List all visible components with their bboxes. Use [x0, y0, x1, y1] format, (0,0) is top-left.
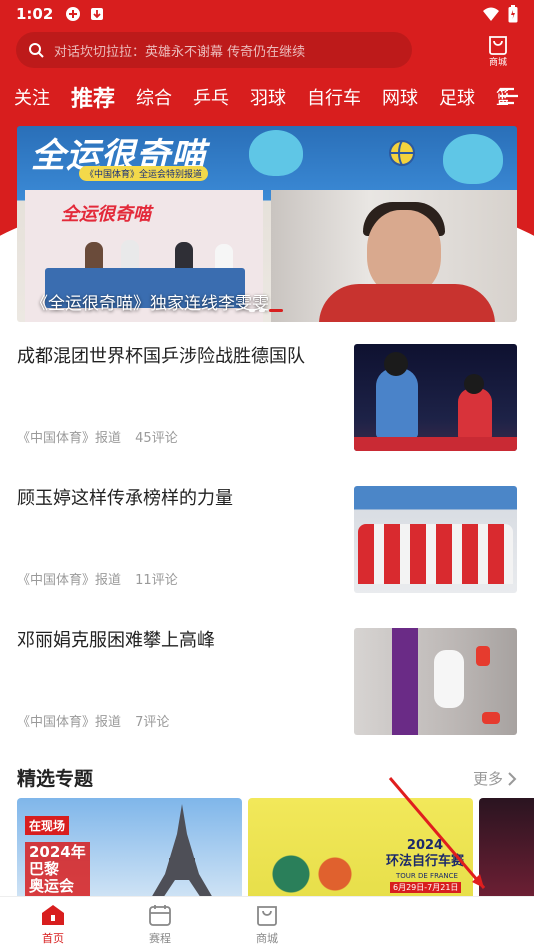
news-title: 成都混团世界杯国乒涉险战胜德国队 [17, 346, 305, 367]
shopping-bag-icon [257, 906, 277, 926]
bottom-navigation: 首页 赛程 商城 [0, 896, 534, 950]
climbing-hold [476, 646, 490, 666]
news-comments: 11评论 [135, 573, 178, 588]
player-figure [376, 368, 418, 438]
wifi-icon [483, 7, 499, 21]
search-icon [29, 43, 44, 58]
table-surface [354, 437, 517, 451]
search-input[interactable]: 对话坎切拉拉：英雄永不谢幕 传奇仍在继续 [16, 32, 412, 68]
mascot-cat-image [443, 134, 503, 184]
shopping-bag-icon [489, 35, 507, 55]
battery-icon [508, 5, 518, 23]
climbing-hold [482, 712, 500, 724]
tab-tennis[interactable]: 网球 [382, 84, 418, 110]
menu-icon[interactable] [498, 86, 520, 106]
studio-sign: 全运很奇喵 [61, 204, 151, 225]
nav-shop[interactable]: 商城 [237, 903, 297, 946]
news-item[interactable]: 邓丽娟克服困难攀上高峰 《中国体育》报道 7评论 [17, 628, 517, 736]
shop-button[interactable]: 商城 [478, 33, 518, 68]
status-bar: 1:02 [0, 0, 534, 28]
player-head [384, 352, 408, 376]
news-meta: 《中国体育》报道 45评论 [17, 427, 178, 446]
eiffel-tower-image [151, 804, 213, 898]
status-time: 1:02 [16, 5, 54, 23]
search-placeholder: 对话坎切拉拉：英雄永不谢幕 传奇仍在继续 [54, 44, 306, 60]
nav-shop-label: 商城 [256, 932, 278, 945]
player-head [464, 374, 484, 394]
mascot-cat-image [249, 130, 303, 176]
wall-banner [392, 628, 418, 735]
news-source: 《中国体育》报道 [17, 715, 122, 730]
tab-table-tennis[interactable]: 乒乓 [193, 84, 229, 110]
shop-label: 商城 [488, 57, 507, 68]
app-notification-icon [66, 7, 81, 21]
nav-home[interactable]: 首页 [23, 903, 83, 946]
news-comments: 45评论 [135, 431, 178, 446]
card-title: 2024年 巴黎 奥运会 [25, 842, 90, 897]
news-comments: 7评论 [135, 715, 170, 730]
nav-schedule-label: 赛程 [149, 932, 171, 945]
download-notification-icon [91, 8, 104, 20]
shirt-shape [319, 284, 495, 322]
climber-figure [434, 650, 464, 708]
card-tag: 在现场 [25, 816, 70, 835]
news-meta: 《中国体育》报道 7评论 [17, 711, 169, 730]
athlete-photo [271, 190, 517, 322]
cyclist-illustration [258, 838, 368, 898]
pagination-dot-active [269, 309, 283, 312]
tab-general[interactable]: 综合 [136, 84, 172, 110]
calendar-icon [149, 905, 171, 926]
news-thumbnail [354, 486, 517, 593]
news-source: 《中国体育》报道 [17, 573, 122, 588]
player-figure [458, 388, 492, 440]
tab-recommend[interactable]: 推荐 [71, 81, 115, 113]
news-item[interactable]: 成都混团世界杯国乒涉险战胜德国队 《中国体育》报道 45评论 [17, 344, 517, 452]
chevron-right-icon [508, 771, 517, 786]
tab-football[interactable]: 足球 [439, 84, 475, 110]
news-title: 顾玉婷这样传承榜样的力量 [17, 488, 233, 509]
volleyball-icon [389, 140, 415, 166]
pagination-dot [249, 309, 255, 312]
banner-caption: 《全运很奇喵》独家连线李雯雯 [31, 294, 269, 314]
news-title: 邓丽娟克服困难攀上高峰 [17, 630, 215, 651]
hero-banner[interactable]: 全运很奇喵 《中国体育》全运会特别报道 全运很奇喵 《全运很奇喵》独家连线李雯雯 [17, 126, 517, 322]
tab-badminton[interactable]: 羽球 [250, 84, 286, 110]
pagination-dot [259, 309, 265, 312]
news-thumbnail [354, 344, 517, 451]
athlete-group [358, 524, 513, 584]
tab-cycling[interactable]: 自行车 [307, 84, 361, 110]
tab-follow[interactable]: 关注 [14, 84, 50, 110]
nav-home-label: 首页 [42, 932, 64, 945]
news-meta: 《中国体育》报道 11评论 [17, 569, 178, 588]
featured-section-title: 精选专题 [17, 768, 94, 790]
nav-schedule[interactable]: 赛程 [130, 903, 190, 946]
home-icon [42, 905, 64, 925]
banner-pagination [249, 309, 283, 312]
search-row: 对话坎切拉拉：英雄永不谢幕 传奇仍在继续 商城 [16, 32, 518, 68]
annotation-arrow [388, 777, 486, 889]
banner-badge: 《中国体育》全运会特别报道 [79, 166, 209, 181]
news-thumbnail [354, 628, 517, 735]
featured-card[interactable]: 在现场 2024年 巴黎 奥运会 [17, 798, 242, 898]
news-source: 《中国体育》报道 [17, 431, 122, 446]
news-item[interactable]: 顾玉婷这样传承榜样的力量 《中国体育》报道 11评论 [17, 486, 517, 594]
channel-tabs: 关注 推荐 综合 乒乓 羽球 自行车 网球 足球 篮 [14, 78, 534, 116]
